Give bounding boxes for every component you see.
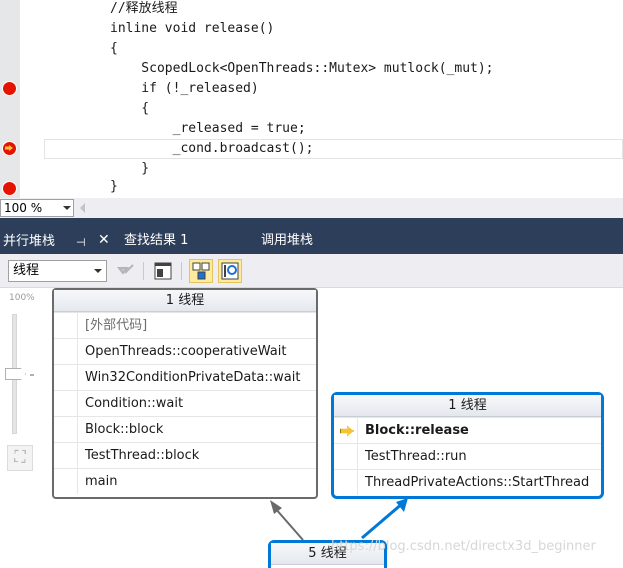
- chevron-down-icon: [63, 206, 71, 210]
- chevron-down-icon: [94, 269, 102, 273]
- breakpoint-current-statement-icon[interactable]: [2, 141, 17, 156]
- code-line[interactable]: {: [110, 39, 118, 59]
- frame-gutter: [54, 443, 78, 468]
- toolbar-separator: [181, 262, 182, 280]
- auto-scroll-icon: [192, 262, 210, 280]
- frame-label: TestThread::block: [85, 448, 200, 463]
- code-line[interactable]: _released = true;: [110, 119, 306, 139]
- tab-label: 并行堆栈: [3, 234, 56, 249]
- open-window-icon: [154, 262, 172, 280]
- frame-gutter: [54, 417, 78, 442]
- watermark-text: https://blog.csdn.net/directx3d_beginner: [331, 539, 596, 554]
- open-window-button[interactable]: [151, 259, 175, 283]
- tab-label: 调用堆栈: [261, 233, 314, 248]
- frame-gutter: [54, 339, 78, 364]
- stack-frame[interactable]: TestThread::block: [54, 442, 316, 468]
- frame-label: TestThread::run: [365, 449, 467, 464]
- stack-frame[interactable]: OpenThreads::cooperativeWait: [54, 338, 316, 364]
- close-icon[interactable]: ✕: [98, 232, 110, 248]
- scroll-left-icon[interactable]: [80, 203, 85, 213]
- stack-frame[interactable]: Condition::wait: [54, 390, 316, 416]
- code-line[interactable]: ScopedLock<OpenThreads::Mutex> mutlock(_…: [110, 59, 493, 79]
- auto-scroll-button[interactable]: [189, 259, 213, 283]
- stack-frame[interactable]: main: [54, 468, 316, 494]
- frame-label: Block::block: [85, 422, 164, 437]
- code-line[interactable]: {: [110, 99, 149, 119]
- frame-gutter: [54, 313, 78, 338]
- code-line[interactable]: //释放线程: [110, 0, 178, 19]
- frame-label: Condition::wait: [85, 396, 184, 411]
- frame-gutter: [54, 469, 78, 494]
- zoom-level-value: 100 %: [4, 201, 43, 215]
- frame-gutter: [334, 470, 358, 495]
- stack-frame[interactable]: ThreadPrivateActions::StartThread: [334, 469, 601, 495]
- tab-label: 查找结果 1: [124, 233, 189, 248]
- breakpoint-gutter[interactable]: [0, 0, 20, 198]
- stack-frame[interactable]: [外部代码]: [54, 312, 316, 338]
- toggle-method-view-button[interactable]: [113, 259, 137, 283]
- stack-frame[interactable]: TestThread::run: [334, 443, 601, 469]
- code-line[interactable]: }: [110, 159, 149, 179]
- frame-label: OpenThreads::cooperativeWait: [85, 344, 287, 359]
- pin-icon[interactable]: ⊣: [76, 236, 86, 249]
- connector-arrowhead-focused: [396, 498, 408, 512]
- tab-call-stack[interactable]: 调用堆栈: [261, 228, 313, 254]
- view-mode-select[interactable]: 线程: [8, 260, 107, 282]
- stack-node-current[interactable]: 1 线程 Block::release TestThread::run Thre…: [331, 392, 604, 499]
- toggle-zoom-control-icon: [221, 262, 239, 280]
- frame-label: [外部代码]: [85, 318, 148, 333]
- toggle-method-view-icon: [116, 264, 134, 275]
- code-line[interactable]: _cond.broadcast();: [110, 139, 314, 159]
- stack-node-header[interactable]: 1 线程: [54, 290, 316, 312]
- toolbar-separator: [143, 262, 144, 280]
- frame-label: ThreadPrivateActions::StartThread: [365, 475, 590, 490]
- code-line[interactable]: inline void release(): [110, 19, 274, 39]
- breakpoint-icon[interactable]: [2, 181, 17, 196]
- frame-gutter: [334, 444, 358, 469]
- stack-frame[interactable]: Block::block: [54, 416, 316, 442]
- frame-gutter: [54, 391, 78, 416]
- code-editor[interactable]: //释放线程 inline void release() { ScopedLoc…: [0, 0, 623, 198]
- toggle-zoom-control-button[interactable]: [218, 259, 242, 283]
- stack-node[interactable]: 1 线程 [外部代码] OpenThreads::cooperativeWait…: [52, 288, 318, 499]
- connector-line: [274, 507, 304, 541]
- stack-node-header[interactable]: 1 线程: [334, 395, 601, 417]
- code-line[interactable]: }: [110, 177, 118, 197]
- connector-line-focused: [361, 501, 404, 540]
- frame-label: Block::release: [365, 423, 469, 438]
- stack-frame[interactable]: Win32ConditionPrivateData::wait: [54, 364, 316, 390]
- editor-status-bar: [0, 198, 623, 218]
- frame-label: main: [85, 474, 118, 489]
- frame-label: Win32ConditionPrivateData::wait: [85, 370, 301, 385]
- breakpoint-icon[interactable]: [2, 81, 17, 96]
- zoom-level-dropdown[interactable]: 100 %: [0, 199, 74, 217]
- view-mode-value: 线程: [13, 263, 40, 278]
- connector-arrowhead: [270, 500, 282, 514]
- tab-find-results[interactable]: 查找结果 1: [124, 228, 188, 254]
- frame-gutter: [54, 365, 78, 390]
- code-line[interactable]: if (!_released): [110, 79, 258, 99]
- stack-frame-active[interactable]: Block::release: [334, 417, 601, 443]
